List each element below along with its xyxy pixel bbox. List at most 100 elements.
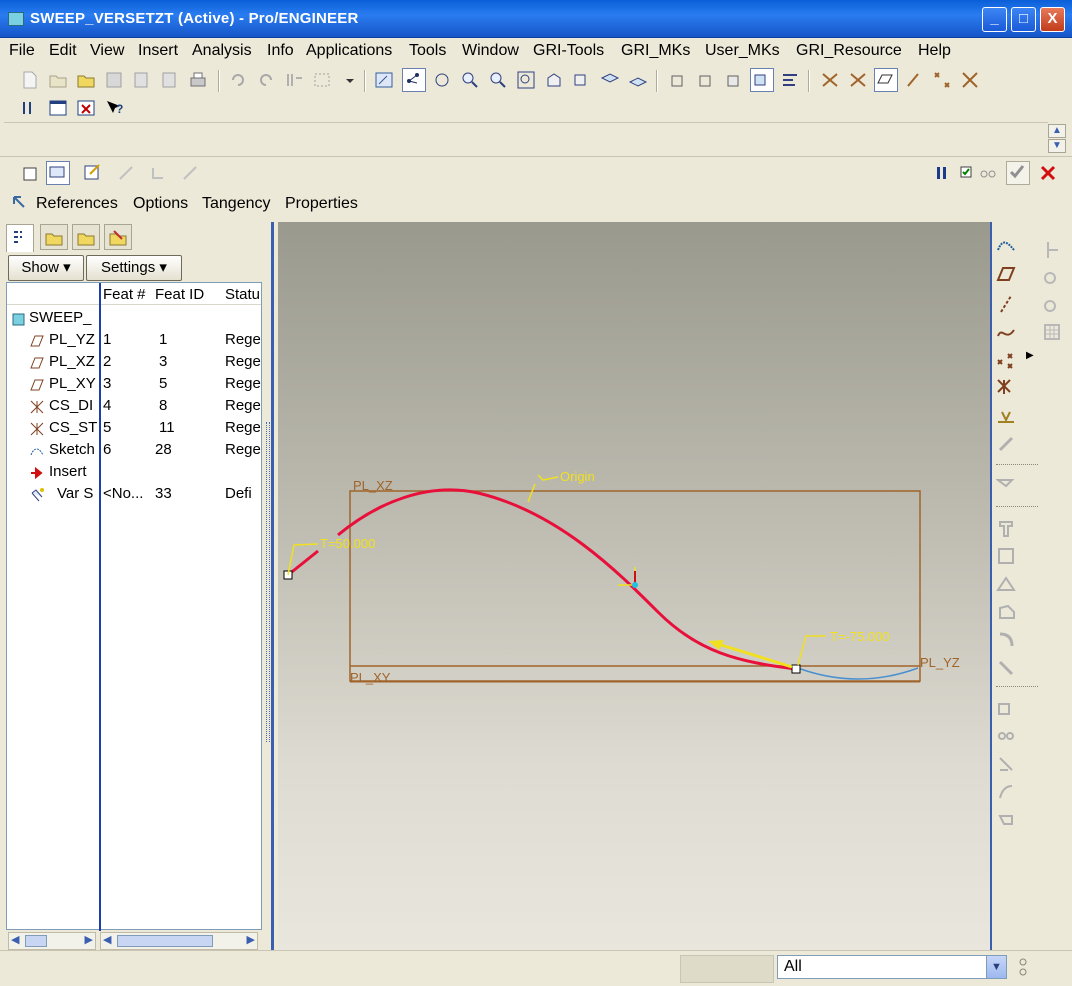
menu-insert[interactable]: Insert <box>138 42 178 60</box>
minimize-button[interactable]: _ <box>982 7 1007 32</box>
print-icon[interactable] <box>188 70 208 90</box>
insert-here-row[interactable]: Insert <box>7 461 261 483</box>
message-scroll-up-button[interactable]: ▲ <box>1048 124 1066 138</box>
resize-grip-icon[interactable] <box>1014 956 1032 980</box>
start-parameter-label[interactable]: T=50.000 <box>320 536 375 551</box>
settings-button[interactable]: Settings ▾ <box>86 255 182 281</box>
shading-icon[interactable] <box>750 68 774 92</box>
redo-icon[interactable] <box>256 70 276 90</box>
no-hidden-icon[interactable] <box>724 70 744 90</box>
datum-axis-tool-icon[interactable] <box>996 294 1016 314</box>
tab-options[interactable]: Options <box>133 195 188 213</box>
sketch-tool-icon[interactable] <box>82 162 102 182</box>
undo-icon[interactable] <box>228 70 248 90</box>
menu-info[interactable]: Info <box>267 42 294 60</box>
constant-section-icon[interactable] <box>180 163 200 183</box>
table-row[interactable]: PL_XY 3 5 Rege <box>7 373 261 395</box>
menu-analysis[interactable]: Analysis <box>192 42 252 60</box>
hidden-line-icon[interactable] <box>696 70 716 90</box>
selection-filter-select[interactable]: All ▼ <box>777 955 1007 979</box>
save-icon[interactable] <box>104 70 124 90</box>
context-help-icon[interactable]: ? <box>104 98 124 118</box>
saved-views-icon[interactable] <box>572 70 592 90</box>
model-tree-tab[interactable] <box>6 224 34 252</box>
origin-label[interactable]: Origin <box>560 469 595 484</box>
mapkey-icon[interactable] <box>20 98 40 118</box>
menu-gri-resource[interactable]: GRI_Resource <box>796 42 902 60</box>
apply-checkmark-icon[interactable] <box>1006 161 1030 185</box>
menu-view[interactable]: View <box>90 42 124 60</box>
table-row[interactable]: Sketch 6 28 Rege <box>7 439 261 461</box>
surface-icon[interactable] <box>46 161 70 185</box>
folder-browser-tab[interactable] <box>40 224 68 250</box>
table-row[interactable]: CS_ST 5 11 Rege <box>7 417 261 439</box>
solid-icon[interactable] <box>20 163 40 183</box>
menu-user-mks[interactable]: User_MKs <box>705 42 780 60</box>
tab-references[interactable]: References <box>36 195 118 213</box>
menu-window[interactable]: Window <box>462 42 519 60</box>
wireframe-icon[interactable] <box>668 70 688 90</box>
table-row[interactable]: PL_YZ 1 1 Rege <box>7 329 261 351</box>
close-window-icon[interactable] <box>76 98 96 118</box>
preview-checkbox-icon[interactable] <box>958 163 978 183</box>
menu-file[interactable]: File <box>9 42 35 60</box>
open-folder-icon[interactable] <box>48 70 68 90</box>
table-row[interactable]: Var S <No... 33 Defi <box>7 483 261 505</box>
pause-icon[interactable] <box>932 163 952 183</box>
window-activate-icon[interactable] <box>48 98 68 118</box>
coordinate-system-toggle-icon[interactable] <box>960 70 980 90</box>
refit-icon[interactable] <box>516 70 536 90</box>
menu-gri-tools[interactable]: GRI-Tools <box>533 42 604 60</box>
menu-edit[interactable]: Edit <box>49 42 77 60</box>
repaint-icon[interactable] <box>374 70 394 90</box>
datum-display-icon[interactable] <box>874 68 898 92</box>
tab-properties[interactable]: Properties <box>285 195 358 213</box>
regenerate-icon[interactable] <box>284 70 304 90</box>
open-session-icon[interactable] <box>76 70 96 90</box>
datum-axes-toggle-icon[interactable] <box>848 70 868 90</box>
zoom-in-icon[interactable] <box>460 70 480 90</box>
analysis-feature-icon[interactable] <box>996 406 1016 426</box>
columns-scrollbar[interactable]: ◀ ▶ <box>100 932 258 950</box>
remove-material-icon[interactable] <box>116 163 136 183</box>
orient-mode-icon[interactable] <box>402 68 426 92</box>
datum-planes-toggle-icon[interactable] <box>820 70 840 90</box>
table-row[interactable]: CS_DI 4 8 Rege <box>7 395 261 417</box>
coordinate-system-tool-icon[interactable] <box>996 378 1016 398</box>
message-scroll-down-button[interactable]: ▼ <box>1048 139 1066 153</box>
favorites-tab[interactable] <box>72 224 100 250</box>
datum-display-filter-icon[interactable] <box>996 236 1016 256</box>
column-status[interactable]: Statu <box>225 286 260 303</box>
cancel-feature-icon[interactable] <box>1038 163 1058 183</box>
close-window-button[interactable]: X <box>1040 7 1065 32</box>
menu-help[interactable]: Help <box>918 42 951 60</box>
graphics-window[interactable]: Origin T=50.000 T=-75.000 PL_XZ PL_XY PL… <box>278 222 990 950</box>
panel-sash[interactable] <box>262 222 278 950</box>
dropdown-arrow-icon[interactable] <box>340 70 360 90</box>
chevron-down-icon[interactable]: ▼ <box>986 956 1006 978</box>
thicken-icon[interactable] <box>148 163 168 183</box>
model-tree-icon[interactable] <box>780 70 800 90</box>
backup-icon[interactable] <box>160 70 180 90</box>
end-parameter-label[interactable]: T=-75.000 <box>830 629 890 644</box>
save-copy-icon[interactable] <box>132 70 152 90</box>
datum-plane-tool-icon[interactable] <box>996 264 1016 284</box>
datum-point-tool-icon[interactable] <box>996 350 1016 370</box>
datum-curve-tool-icon[interactable] <box>996 322 1016 342</box>
show-button[interactable]: Show ▾ <box>8 255 84 281</box>
column-feat-id[interactable]: Feat ID <box>155 286 204 303</box>
verify-glasses-icon[interactable] <box>978 163 998 183</box>
datum-points-toggle-icon[interactable] <box>904 70 924 90</box>
flyout-arrow-icon[interactable]: ▶ <box>1026 350 1034 361</box>
layers-icon[interactable] <box>600 70 620 90</box>
column-feat-number[interactable]: Feat # <box>103 286 146 303</box>
menu-tools[interactable]: Tools <box>409 42 446 60</box>
tab-tangency[interactable]: Tangency <box>202 195 271 213</box>
zoom-out-icon[interactable] <box>488 70 508 90</box>
selection-box-icon[interactable] <box>312 70 332 90</box>
name-column-scrollbar[interactable]: ◀ ▶ <box>8 932 96 950</box>
connections-tab[interactable] <box>104 224 132 250</box>
tree-root[interactable]: SWEEP_ <box>7 307 261 329</box>
datum-point-icon[interactable] <box>932 70 952 90</box>
maximize-button[interactable]: □ <box>1011 7 1036 32</box>
